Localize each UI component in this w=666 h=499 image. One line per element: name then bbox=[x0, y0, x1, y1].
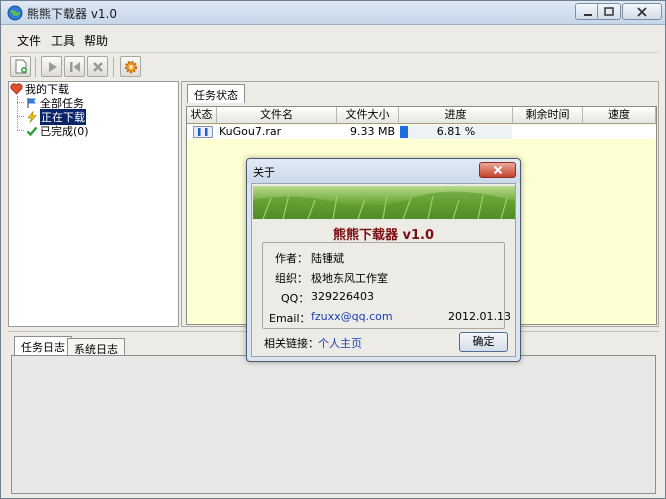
menu-tools[interactable]: 工具 bbox=[51, 32, 75, 49]
task-tree: 我的下载 全部任务 正在下载 已完成(0) bbox=[8, 81, 179, 327]
about-dialog: 关于 熊熊下载器 v1.0 作者： 陆锺斌 组织： 极地东风工作室 QQ： 32… bbox=[246, 158, 521, 362]
tree-item-downloading[interactable]: 正在下载 bbox=[26, 109, 86, 125]
email-label: Email： bbox=[269, 312, 311, 325]
app-globe-icon bbox=[7, 5, 23, 21]
tab-system-log[interactable]: 系统日志 bbox=[67, 338, 125, 356]
status-cell bbox=[193, 125, 213, 139]
toolbar-separator bbox=[35, 57, 36, 77]
menu-file[interactable]: 文件 bbox=[17, 32, 41, 49]
column-header-progress[interactable]: 进度 bbox=[399, 107, 513, 124]
delete-x-icon bbox=[92, 61, 103, 72]
tab-task-status[interactable]: 任务状态 bbox=[187, 84, 245, 103]
flag-icon bbox=[27, 98, 36, 108]
close-icon bbox=[637, 6, 647, 17]
table-row[interactable]: KuGou7.rar 9.33 MB 6.81 % bbox=[187, 125, 656, 139]
title-bar[interactable]: 熊熊下载器 v1.0 bbox=[1, 1, 665, 25]
grass-banner-image bbox=[253, 186, 515, 219]
author-label: 作者： bbox=[275, 252, 308, 265]
column-header-status[interactable]: 状态 bbox=[187, 107, 217, 124]
org-label: 组织： bbox=[275, 272, 308, 285]
checkmark-icon bbox=[26, 126, 38, 137]
email-link[interactable]: fzuxx@qq.com bbox=[311, 310, 393, 323]
new-document-icon bbox=[15, 59, 27, 74]
menu-bar: 文件 工具 帮助 bbox=[7, 28, 659, 50]
menu-help[interactable]: 帮助 bbox=[84, 32, 108, 49]
about-dialog-body: 熊熊下载器 v1.0 作者： 陆锺斌 组织： 极地东风工作室 QQ： 32922… bbox=[251, 183, 516, 357]
delete-button[interactable] bbox=[87, 56, 108, 77]
ok-button[interactable]: 确定 bbox=[459, 332, 508, 352]
gear-icon bbox=[124, 60, 137, 73]
org-value: 极地东风工作室 bbox=[311, 272, 388, 285]
tree-item-completed[interactable]: 已完成(0) bbox=[26, 124, 89, 138]
tab-task-log[interactable]: 任务日志 bbox=[14, 336, 72, 355]
pause-step-icon bbox=[69, 61, 80, 72]
column-header-filename[interactable]: 文件名 bbox=[217, 107, 337, 124]
tree-connector bbox=[17, 116, 24, 117]
toolbar-separator bbox=[113, 57, 114, 77]
release-date: 2012.01.13 bbox=[448, 310, 511, 323]
pause-button[interactable] bbox=[64, 56, 85, 77]
log-area[interactable] bbox=[11, 355, 656, 494]
window-title: 熊熊下载器 v1.0 bbox=[27, 7, 118, 21]
homepage-link[interactable]: 个人主页 bbox=[318, 335, 362, 351]
author-value: 陆锺斌 bbox=[311, 252, 344, 265]
about-info-group: 作者： 陆锺斌 组织： 极地东风工作室 QQ： 329226403 Email：… bbox=[262, 242, 511, 329]
tree-connector bbox=[17, 102, 24, 103]
close-button[interactable] bbox=[622, 3, 662, 20]
tree-root-my-downloads[interactable]: 我的下载 bbox=[10, 82, 69, 96]
settings-button[interactable] bbox=[120, 56, 141, 77]
maximize-button[interactable] bbox=[597, 3, 621, 20]
downloading-status-icon bbox=[193, 126, 213, 138]
play-icon bbox=[48, 61, 57, 72]
column-header-remaining[interactable]: 剩余时间 bbox=[513, 107, 583, 124]
qq-label: QQ： bbox=[281, 292, 310, 305]
qq-value: 329226403 bbox=[311, 290, 374, 303]
start-button[interactable] bbox=[41, 56, 62, 77]
about-dialog-title-bar[interactable]: 关于 bbox=[247, 159, 520, 183]
column-header-size[interactable]: 文件大小 bbox=[337, 107, 399, 124]
minimize-icon bbox=[584, 13, 592, 16]
about-dialog-title: 关于 bbox=[253, 166, 275, 179]
size-cell: 9.33 MB bbox=[349, 125, 395, 138]
progress-text: 6.81 % bbox=[436, 125, 476, 138]
tree-item-all-tasks[interactable]: 全部任务 bbox=[26, 96, 84, 110]
new-task-button[interactable] bbox=[10, 56, 31, 77]
maximize-icon bbox=[604, 7, 614, 16]
toolbar bbox=[7, 52, 659, 80]
close-icon bbox=[493, 165, 502, 175]
progress-bar: 6.81 % bbox=[400, 125, 512, 139]
about-close-button[interactable] bbox=[479, 162, 516, 178]
about-app-name: 熊熊下载器 v1.0 bbox=[332, 228, 435, 243]
tree-connector bbox=[17, 130, 24, 131]
column-header-speed[interactable]: 速度 bbox=[583, 107, 656, 124]
tree-item-label: 已完成(0) bbox=[40, 125, 89, 138]
lightning-icon bbox=[27, 111, 37, 123]
related-links-label: 相关链接： bbox=[264, 337, 319, 350]
heart-icon bbox=[10, 83, 23, 95]
filename-cell: KuGou7.rar bbox=[219, 125, 282, 138]
